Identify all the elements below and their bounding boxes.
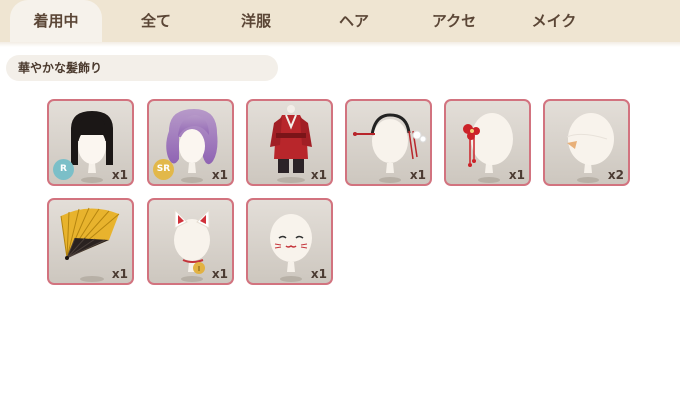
tab-all[interactable]: 全て xyxy=(110,0,202,42)
item-card-flower-kanzashi[interactable]: x1 xyxy=(444,99,531,186)
item-card-purple-hair[interactable]: SR x1 xyxy=(147,99,234,186)
rarity-badge: R xyxy=(53,159,74,180)
item-quantity: x1 xyxy=(409,168,426,182)
item-quantity: x1 xyxy=(111,267,128,281)
item-quantity: x1 xyxy=(111,168,128,182)
item-card-red-kimono[interactable]: x1 xyxy=(246,99,333,186)
item-card-hair-ornament[interactable]: x2 xyxy=(543,99,630,186)
item-quantity: x1 xyxy=(508,168,525,182)
item-card-black-hair[interactable]: R x1 xyxy=(47,99,134,186)
rarity-badge: SR xyxy=(153,159,174,180)
item-card-lucky-cat[interactable]: x1 xyxy=(147,198,234,285)
item-quantity: x1 xyxy=(310,267,327,281)
item-quantity: x1 xyxy=(310,168,327,182)
tab-accessories[interactable]: アクセ xyxy=(408,0,500,42)
category-label: 華やかな髪飾り xyxy=(6,55,278,81)
tab-bar-shadow xyxy=(0,42,680,47)
tab-hair[interactable]: ヘア xyxy=(308,0,400,42)
item-card-hair-pin[interactable]: x1 xyxy=(345,99,432,186)
tab-wearing[interactable]: 着用中 xyxy=(10,0,102,42)
item-card-cat-makeup[interactable]: x1 xyxy=(246,198,333,285)
tab-bar: 着用中 全て 洋服 ヘア アクセ メイク xyxy=(0,0,680,42)
item-quantity: x1 xyxy=(211,267,228,281)
tab-clothes[interactable]: 洋服 xyxy=(210,0,302,42)
item-quantity: x2 xyxy=(607,168,624,182)
item-quantity: x1 xyxy=(211,168,228,182)
tab-makeup[interactable]: メイク xyxy=(508,0,600,42)
item-card-folding-fan[interactable]: x1 xyxy=(47,198,134,285)
